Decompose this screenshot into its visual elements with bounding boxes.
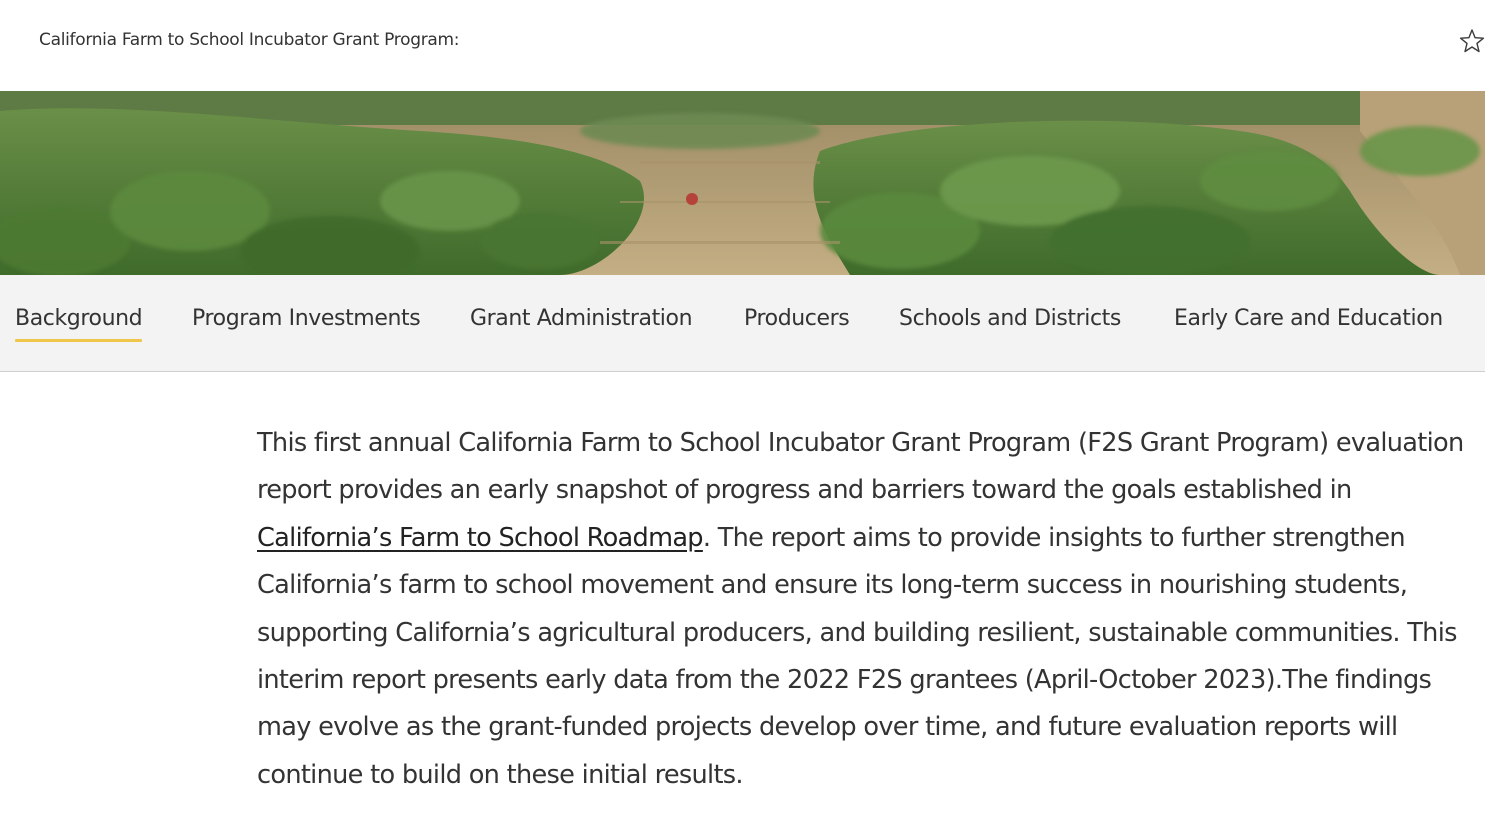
paragraph-text-start: This first annual California Farm to Sch… (257, 428, 1464, 506)
farm-to-school-roadmap-link[interactable]: California’s Farm to School Roadmap (257, 523, 704, 553)
page-title: California Farm to School Incubator Gran… (39, 30, 460, 50)
tab-background[interactable]: Background (15, 306, 143, 342)
tab-program-investments[interactable]: Program Investments (192, 306, 421, 342)
tab-grant-administration[interactable]: Grant Administration (470, 306, 693, 342)
tab-early-care-and-education[interactable]: Early Care and Education (1174, 306, 1443, 342)
paragraph-text-end: . The report aims to provide insights to… (257, 522, 1457, 790)
top-bar: California Farm to School Incubator Gran… (0, 0, 1485, 91)
bookmark-button[interactable] (1459, 28, 1485, 54)
strawberry-field-photo (0, 91, 1485, 275)
tab-schools-and-districts[interactable]: Schools and Districts (899, 306, 1121, 342)
hero-image-strawberry-field (0, 91, 1485, 275)
background-paragraph: This first annual California Farm to Sch… (257, 420, 1477, 799)
star-outline-icon (1459, 29, 1485, 53)
tab-producers[interactable]: Producers (744, 306, 850, 342)
section-tabs: Background Program Investments Grant Adm… (0, 275, 1485, 372)
